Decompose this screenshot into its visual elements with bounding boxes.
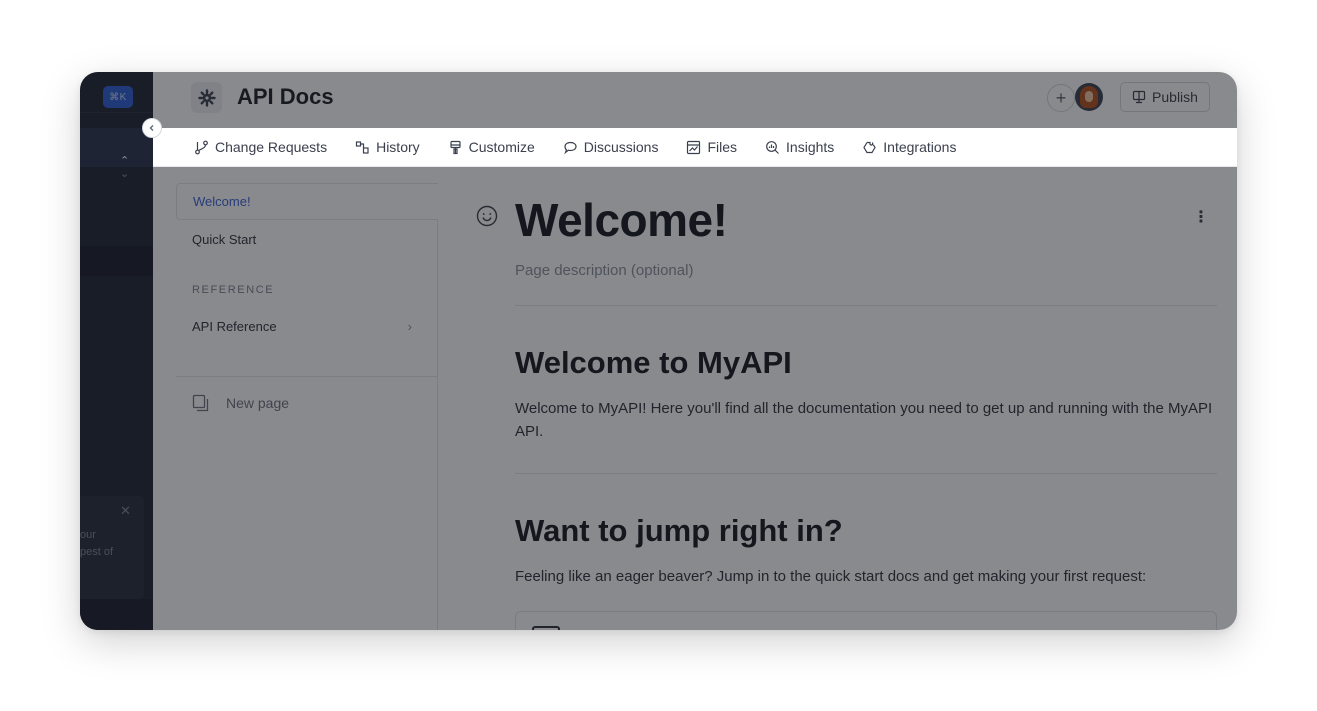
tab-integrations[interactable]: Integrations bbox=[862, 139, 956, 155]
paint-brush-icon bbox=[450, 140, 461, 154]
avatar[interactable] bbox=[1075, 83, 1103, 111]
tree-section-heading: REFERENCE bbox=[192, 284, 275, 296]
chevron-right-icon: › bbox=[407, 319, 412, 334]
page-description[interactable]: Page description (optional) bbox=[515, 262, 693, 279]
tree-item-api-reference[interactable]: API Reference › bbox=[176, 308, 438, 345]
header-bar: API Docs + Publish bbox=[153, 72, 1237, 128]
switcher-chevron-icon[interactable]: ⌃ ⌄ bbox=[120, 154, 129, 180]
tab-label: Customize bbox=[468, 139, 535, 155]
tab-bar: Change Requests History Customize Discus… bbox=[153, 128, 1237, 167]
new-page-icon bbox=[192, 394, 209, 412]
publish-icon bbox=[1132, 90, 1146, 104]
publish-button[interactable]: Publish bbox=[1120, 82, 1210, 112]
sidebar-footer bbox=[80, 599, 153, 630]
tab-label: Discussions bbox=[583, 139, 659, 155]
tab-discussions[interactable]: Discussions bbox=[563, 139, 659, 155]
gear-icon[interactable] bbox=[191, 82, 222, 113]
tree-item-label: Welcome! bbox=[193, 194, 251, 209]
sidebar-divider bbox=[80, 112, 153, 113]
sidebar-notice: ✕ our pest of bbox=[80, 496, 144, 599]
new-page-label: New page bbox=[226, 395, 290, 411]
publish-label: Publish bbox=[1152, 89, 1198, 105]
tab-label: Change Requests bbox=[215, 139, 328, 155]
tab-label: History bbox=[376, 139, 420, 155]
divider bbox=[515, 305, 1217, 306]
emoji-icon[interactable] bbox=[476, 205, 498, 232]
paragraph-welcome: Welcome to MyAPI! Here you'll find all t… bbox=[515, 400, 1213, 440]
chevron-left-icon bbox=[149, 125, 154, 131]
tab-history[interactable]: History bbox=[355, 139, 420, 155]
org-sidebar: ⌘K ⌃ ⌄ ✕ our pest of bbox=[80, 72, 153, 630]
tab-change-requests[interactable]: Change Requests bbox=[194, 139, 327, 155]
new-page-button[interactable]: New page bbox=[192, 394, 289, 412]
page-title: API Docs bbox=[237, 84, 334, 109]
divider bbox=[515, 473, 1217, 474]
tab-label: Insights bbox=[786, 139, 835, 155]
history-icon bbox=[355, 140, 369, 154]
command-k-button[interactable]: ⌘K bbox=[103, 86, 133, 108]
tab-customize[interactable]: Customize bbox=[448, 139, 535, 155]
close-icon[interactable]: ✕ bbox=[120, 503, 131, 519]
tab-label: Integrations bbox=[883, 139, 957, 155]
magnify-chart-icon bbox=[766, 140, 779, 154]
heading-jump: Want to jump right in? bbox=[515, 513, 843, 548]
tree-item-label: Quick Start bbox=[192, 232, 257, 247]
tabbar-highlight: Change Requests History Customize Discus… bbox=[142, 118, 1237, 167]
image-file-icon bbox=[687, 140, 701, 154]
tree-divider bbox=[176, 376, 438, 377]
heading-welcome: Welcome to MyAPI bbox=[515, 345, 792, 380]
page-content: Welcome! ⋮ Page description (optional) W… bbox=[438, 167, 1237, 630]
tab-label: Files bbox=[707, 139, 738, 155]
puzzle-icon bbox=[863, 141, 876, 153]
app-window: ⌘K ⌃ ⌄ ✕ our pest of API Docs + Publish … bbox=[80, 72, 1237, 630]
tree-item-quick-start[interactable]: Quick Start bbox=[176, 221, 438, 258]
tab-insights[interactable]: Insights bbox=[765, 139, 834, 155]
branch-icon bbox=[195, 140, 208, 154]
page-icon bbox=[532, 626, 560, 630]
document-title[interactable]: Welcome! bbox=[515, 193, 728, 247]
tree-item-welcome[interactable]: Welcome! bbox=[176, 183, 438, 220]
collapse-sidebar-button[interactable] bbox=[142, 118, 162, 138]
notice-text: our pest of bbox=[80, 529, 114, 558]
tab-files[interactable]: Files bbox=[686, 139, 737, 155]
paragraph-jump: Feeling like an eager beaver? Jump in to… bbox=[515, 568, 1147, 585]
more-options-icon[interactable]: ⋮ bbox=[1193, 207, 1209, 227]
page-tree: Welcome! Quick Start REFERENCE API Refer… bbox=[176, 183, 438, 630]
sidebar-selected-row[interactable] bbox=[80, 246, 153, 276]
tree-item-label: API Reference bbox=[192, 319, 277, 334]
add-collaborator-button[interactable]: + bbox=[1047, 84, 1075, 112]
content-ref-card[interactable] bbox=[515, 611, 1217, 630]
chat-bubble-icon bbox=[564, 141, 577, 154]
